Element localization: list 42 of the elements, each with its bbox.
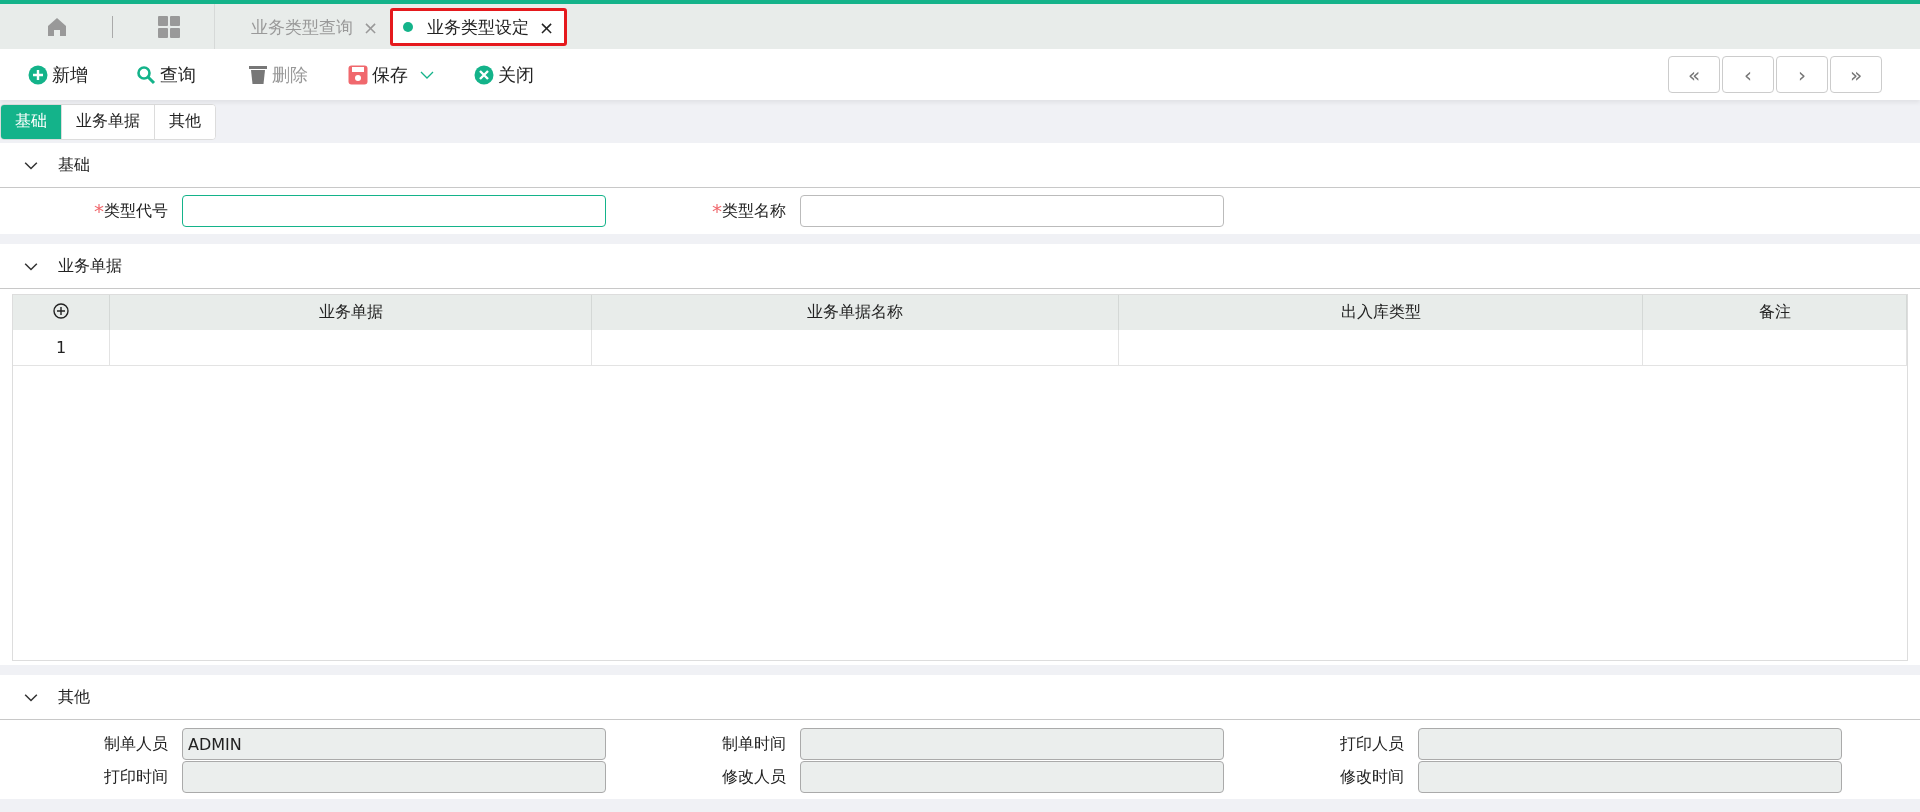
home-icon[interactable] <box>47 16 67 37</box>
save-icon <box>348 64 368 85</box>
add-row-icon[interactable] <box>53 302 69 319</box>
toolbar-button[interactable]: 新增 <box>28 62 88 87</box>
record-nav-button[interactable]: « <box>1668 56 1720 93</box>
trash-icon <box>248 64 268 85</box>
section-title: 业务单据 <box>58 255 122 277</box>
field-label: 制单人员 <box>103 733 168 755</box>
section-title: 基础 <box>58 154 90 176</box>
status-dot <box>403 22 414 32</box>
toolbar-button[interactable]: 保存 <box>348 62 408 87</box>
required-mark: * <box>712 201 722 221</box>
field-label: 打印人员 <box>1339 733 1404 755</box>
grid-icon[interactable] <box>158 15 180 38</box>
text-field[interactable] <box>800 195 1224 227</box>
search-icon <box>136 64 156 85</box>
field-label: 类型名称 <box>722 200 786 222</box>
field-label: 修改时间 <box>1339 766 1404 788</box>
field-label: 类型代号 <box>104 200 168 222</box>
toolbar-button[interactable]: 关闭 <box>474 62 534 87</box>
tab-label: 业务类型查询 <box>251 15 353 39</box>
section-title: 其他 <box>58 686 90 708</box>
toolbar-button[interactable]: 查询 <box>136 62 196 87</box>
close-icon <box>474 64 494 85</box>
column-header[interactable]: 出入库类型 <box>1118 295 1643 330</box>
column-header[interactable]: 业务单据 <box>109 295 592 330</box>
field-label: 制单时间 <box>721 733 786 755</box>
text-field[interactable] <box>182 195 606 227</box>
required-mark: * <box>94 201 104 221</box>
record-nav-button[interactable]: ‹ <box>1722 56 1774 93</box>
column-header[interactable]: 业务单据名称 <box>591 295 1119 330</box>
record-nav-button[interactable]: » <box>1830 56 1882 93</box>
page-tab[interactable]: 业务类型设定 × <box>390 8 568 46</box>
record-nav-button[interactable]: › <box>1776 56 1828 93</box>
tab-label: 业务类型设定 <box>427 15 530 39</box>
column-header[interactable]: 备注 <box>1642 295 1907 330</box>
row-number: 1 <box>13 330 110 366</box>
plus-icon <box>28 64 48 85</box>
close-tab-button[interactable]: × <box>539 16 555 38</box>
dropdown-caret-icon[interactable] <box>420 69 434 80</box>
field-label: 修改人员 <box>721 766 786 788</box>
field-label: 打印时间 <box>103 766 168 788</box>
